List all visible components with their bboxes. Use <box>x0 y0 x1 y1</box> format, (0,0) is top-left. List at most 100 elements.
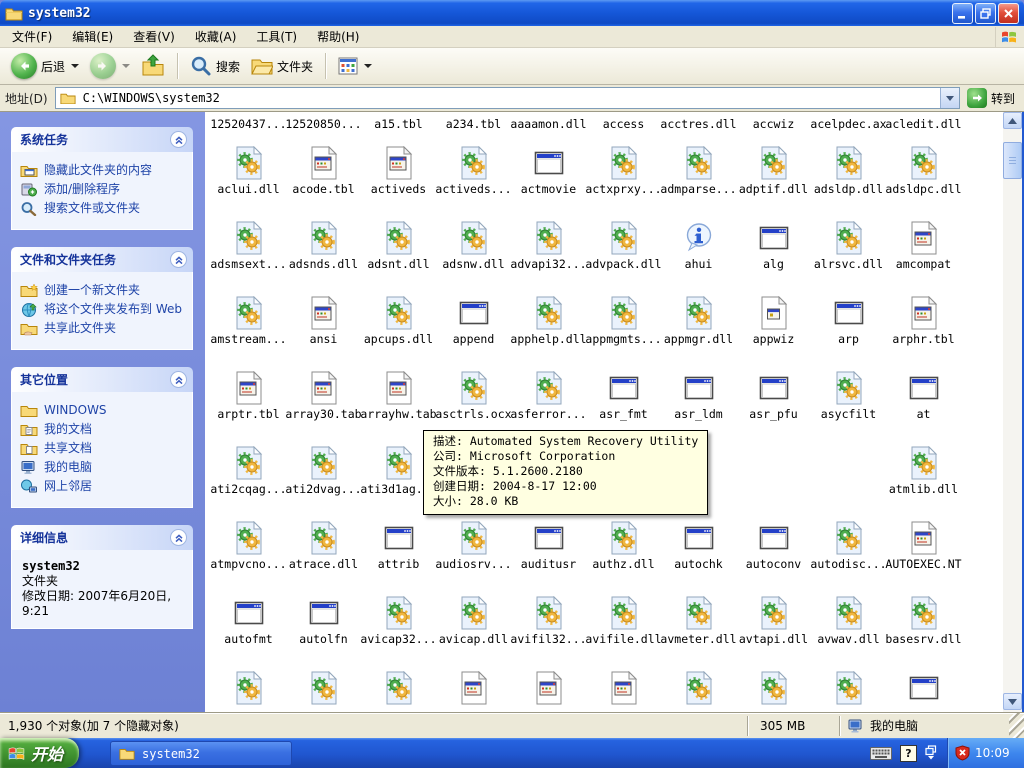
file-item[interactable]: asycfilt <box>811 364 886 439</box>
file-item[interactable]: acledit.dll <box>886 112 961 139</box>
file-item[interactable]: asctrls.ocx <box>436 364 511 439</box>
file-item[interactable]: avwav.dll <box>811 589 886 664</box>
file-item[interactable]: a15.tbl <box>361 112 436 139</box>
file-item[interactable]: attrib <box>361 514 436 589</box>
file-item[interactable]: asr_ldm <box>661 364 736 439</box>
file-item[interactable]: ati2dvag... <box>286 439 361 514</box>
collapse-chevron-icon[interactable] <box>170 371 187 388</box>
file-item[interactable]: adsldp.dll <box>811 139 886 214</box>
file-item[interactable]: arp <box>811 289 886 364</box>
restore-button[interactable] <box>975 3 996 24</box>
file-item[interactable]: adsnw.dll <box>436 214 511 289</box>
task-link[interactable]: 将这个文件夹发布到 Web <box>20 302 188 317</box>
file-item[interactable]: basesrv.dll <box>886 589 961 664</box>
file-item[interactable]: activeds... <box>436 139 511 214</box>
file-item[interactable]: avmeter.dll <box>661 589 736 664</box>
search-button[interactable]: 搜索 <box>186 53 244 79</box>
file-item[interactable]: avtapi.dll <box>736 589 811 664</box>
task-link[interactable]: 共享文档 <box>20 441 188 456</box>
task-link[interactable]: 创建一个新文件夹 <box>20 283 188 298</box>
file-item[interactable]: adsmsext... <box>211 214 286 289</box>
scroll-down-button[interactable] <box>1003 693 1022 710</box>
file-item[interactable]: avicap.dll <box>436 589 511 664</box>
file-item[interactable]: actxprxy... <box>586 139 661 214</box>
file-item[interactable]: access <box>586 112 661 139</box>
file-item[interactable]: adsnds.dll <box>286 214 361 289</box>
collapse-chevron-icon[interactable] <box>170 131 187 148</box>
minimize-button[interactable] <box>952 3 973 24</box>
menu-item-收[interactable]: 收藏(A) <box>185 25 247 48</box>
file-item-empty[interactable] <box>436 664 511 712</box>
file-item[interactable]: autoconv <box>736 514 811 589</box>
file-item[interactable]: autodisc... <box>811 514 886 589</box>
file-item[interactable]: array30.tab <box>286 364 361 439</box>
file-item[interactable]: aclui.dll <box>211 139 286 214</box>
file-item[interactable]: autochk <box>661 514 736 589</box>
file-item[interactable]: avicap32... <box>361 589 436 664</box>
scroll-up-button[interactable] <box>1003 112 1022 129</box>
taskbar-task-system32[interactable]: system32 <box>110 741 292 766</box>
file-item[interactable]: atmpvcno... <box>211 514 286 589</box>
file-item[interactable]: ansi <box>286 289 361 364</box>
file-item[interactable]: amcompat <box>886 214 961 289</box>
file-item[interactable]: avifil32... <box>511 589 586 664</box>
file-item[interactable]: apcups.dll <box>361 289 436 364</box>
collapse-chevron-icon[interactable] <box>170 251 187 268</box>
file-item[interactable]: apphelp.dll <box>511 289 586 364</box>
file-item-empty[interactable] <box>811 664 886 712</box>
panel-header[interactable]: 其它位置 <box>11 367 193 392</box>
task-link[interactable]: 搜索文件或文件夹 <box>20 201 188 216</box>
views-button[interactable] <box>334 55 376 77</box>
menu-item-查[interactable]: 查看(V) <box>123 25 185 48</box>
menu-item-工[interactable]: 工具(T) <box>246 25 307 48</box>
titlebar[interactable]: system32 <box>0 0 1024 26</box>
file-item[interactable]: advpack.dll <box>586 214 661 289</box>
views-dropdown-icon[interactable] <box>364 64 372 68</box>
file-item[interactable]: auditusr <box>511 514 586 589</box>
file-item-empty[interactable] <box>511 664 586 712</box>
file-item[interactable]: asferror... <box>511 364 586 439</box>
resize-grip[interactable] <box>1009 713 1024 738</box>
file-item[interactable]: audiosrv... <box>436 514 511 589</box>
menu-item-帮[interactable]: 帮助(H) <box>307 25 369 48</box>
panel-header[interactable]: 详细信息 <box>11 525 193 550</box>
help-icon[interactable]: ? <box>900 745 917 762</box>
task-link[interactable]: 网上邻居 <box>20 479 188 494</box>
task-link[interactable]: 我的文档 <box>20 422 188 437</box>
vertical-scrollbar[interactable] <box>1003 112 1022 712</box>
file-item[interactable]: atrace.dll <box>286 514 361 589</box>
file-item[interactable]: ati2cqag... <box>211 439 286 514</box>
panel-header[interactable]: 系统任务 <box>11 127 193 152</box>
scrollbar-thumb[interactable] <box>1003 142 1022 179</box>
address-dropdown-button[interactable] <box>940 88 959 108</box>
file-item[interactable]: adptif.dll <box>736 139 811 214</box>
file-item-empty[interactable] <box>286 664 361 712</box>
back-dropdown-icon[interactable] <box>71 64 79 68</box>
file-item[interactable]: arrayhw.tab <box>361 364 436 439</box>
file-item[interactable]: activeds <box>361 139 436 214</box>
file-item[interactable]: ahui <box>661 214 736 289</box>
file-item[interactable]: appmgr.dll <box>661 289 736 364</box>
file-item[interactable]: arphr.tbl <box>886 289 961 364</box>
file-item[interactable]: 12520437... <box>211 112 286 139</box>
security-shield-icon[interactable] <box>955 745 970 761</box>
close-button[interactable] <box>998 3 1019 24</box>
file-item[interactable]: a234.tbl <box>436 112 511 139</box>
file-item[interactable]: append <box>436 289 511 364</box>
task-link[interactable]: WINDOWS <box>20 403 188 418</box>
file-item[interactable]: atmlib.dll <box>886 439 961 514</box>
file-item[interactable]: acelpdec.ax <box>811 112 886 139</box>
file-item[interactable]: aaaamon.dll <box>511 112 586 139</box>
keyboard-icon[interactable] <box>870 747 892 760</box>
file-item-empty[interactable] <box>736 664 811 712</box>
file-item[interactable]: admparse... <box>661 139 736 214</box>
task-link[interactable]: 共享此文件夹 <box>20 321 188 336</box>
file-item[interactable]: autofmt <box>211 589 286 664</box>
file-item[interactable]: actmovie <box>511 139 586 214</box>
file-item[interactable]: amstream... <box>211 289 286 364</box>
go-button[interactable]: 转到 <box>967 88 1019 108</box>
task-link[interactable]: 我的电脑 <box>20 460 188 475</box>
task-link[interactable]: 隐藏此文件夹的内容 <box>20 163 188 178</box>
folders-button[interactable]: 文件夹 <box>247 54 317 78</box>
panel-header[interactable]: 文件和文件夹任务 <box>11 247 193 272</box>
